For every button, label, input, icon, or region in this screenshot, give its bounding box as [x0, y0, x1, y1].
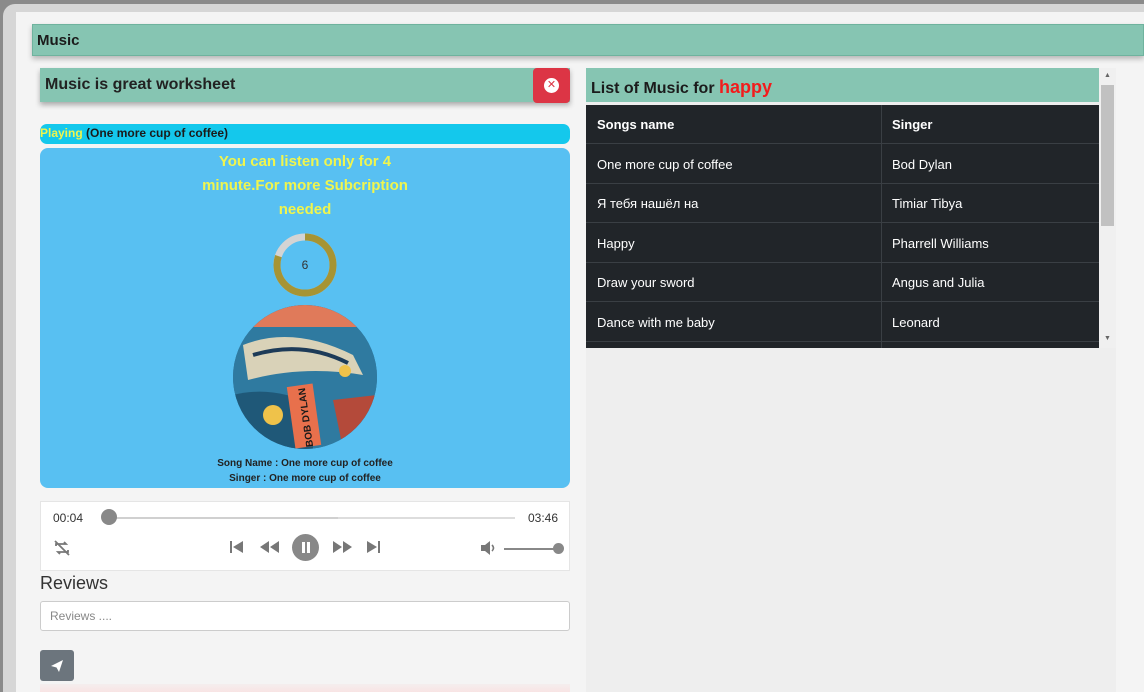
send-review-button[interactable]: [40, 650, 74, 681]
scrollbar-thumb[interactable]: [1101, 85, 1114, 226]
worksheet-header: Music is great worksheet ✕: [40, 68, 570, 103]
skip-next-icon[interactable]: [365, 539, 381, 560]
song-cell: Dance with me baby: [597, 315, 715, 330]
send-icon: [51, 660, 63, 672]
column-header-singer: Singer: [892, 117, 933, 132]
table-header-row: Songs name Singer: [586, 105, 1099, 144]
progress-handle[interactable]: [101, 509, 118, 525]
album-cover: BOB DYLAN: [233, 305, 377, 449]
song-cell: Happy: [597, 236, 635, 251]
reviews-input[interactable]: [40, 601, 570, 631]
fast-forward-icon[interactable]: [331, 539, 353, 560]
app-header: Music: [32, 24, 1144, 56]
singer-cell: Timiar Tibya: [892, 196, 963, 211]
singer-cell: Pharrell Williams: [892, 236, 989, 251]
column-header-song: Songs name: [597, 117, 675, 132]
reviews-title: Reviews: [40, 573, 109, 593]
song-name: Song Name : One more cup of coffee: [217, 458, 393, 469]
song-cell: Я тебя нашёл на: [597, 196, 699, 211]
music-list-title: List of Music for: [591, 80, 715, 97]
loop-off-icon[interactable]: [53, 539, 71, 562]
singer-cell: Angus and Julia: [892, 275, 985, 290]
now-playing-bar: Playing (One more cup of coffee): [40, 124, 570, 144]
list-scrollbar[interactable]: ▲ ▼: [1099, 68, 1116, 348]
rewind-icon[interactable]: [259, 539, 281, 560]
singer-cell: Leonard: [892, 315, 940, 330]
duration: 03:46: [528, 511, 559, 525]
subscription-notice: You can listen only for 4 minute.For mor…: [202, 153, 408, 218]
pause-button[interactable]: [292, 534, 319, 561]
table-row[interactable]: Happy Pharrell Williams: [586, 224, 1099, 263]
audio-player: 00:04 03:46: [40, 501, 570, 571]
table-row[interactable]: One more cup of coffee Bod Dylan: [586, 145, 1099, 184]
table-row[interactable]: Draw your sword Angus and Julia: [586, 263, 1099, 302]
song-cell: Draw your sword: [597, 275, 695, 290]
close-icon: ✕: [544, 78, 559, 93]
close-worksheet-button[interactable]: ✕: [533, 68, 570, 103]
countdown-value: 6: [301, 258, 309, 272]
now-playing-song: (One more cup of coffee): [86, 126, 229, 140]
now-playing-label: Playing: [40, 126, 83, 140]
buffered-fill: [103, 517, 338, 519]
volume-handle[interactable]: [553, 543, 564, 554]
current-time: 00:04: [53, 511, 84, 525]
volume-icon[interactable]: [480, 540, 498, 561]
player-card: You can listen only for 4 minute.For mor…: [40, 148, 570, 488]
mood-label: happy: [719, 77, 773, 97]
app-title: Music: [37, 32, 80, 49]
worksheet-title: Music is great worksheet: [45, 76, 236, 93]
scroll-down-icon[interactable]: ▼: [1104, 335, 1111, 342]
music-table: Songs name Singer One more cup of coffee…: [586, 105, 1099, 348]
scroll-up-icon[interactable]: ▲: [1104, 72, 1111, 79]
page-fade: [40, 684, 570, 692]
table-row[interactable]: Я тебя нашёл на Timiar Tibya: [586, 184, 1099, 223]
song-singer: Singer : One more cup of coffee: [229, 473, 381, 484]
countdown-timer: 6: [272, 232, 338, 298]
volume-track[interactable]: [504, 548, 558, 550]
music-list-header: List of Music for happy: [586, 68, 1099, 102]
singer-cell: Bod Dylan: [892, 157, 952, 172]
song-cell: One more cup of coffee: [597, 157, 733, 172]
table-row[interactable]: Dance with me baby Leonard: [586, 303, 1099, 342]
skip-previous-icon[interactable]: [229, 539, 245, 560]
progress-track[interactable]: [103, 517, 515, 519]
